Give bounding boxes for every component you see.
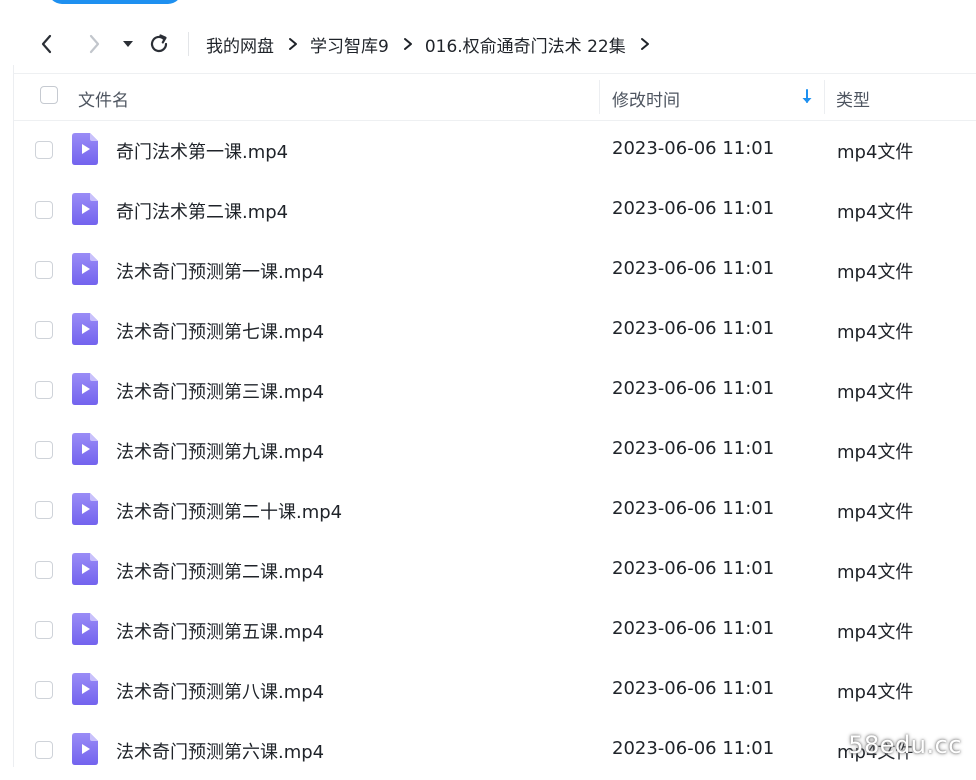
file-name[interactable]: 奇门法术第一课.mp4 — [116, 138, 288, 164]
row-checkbox[interactable] — [35, 741, 53, 759]
file-name[interactable]: 法术奇门预测第二十课.mp4 — [116, 498, 342, 524]
file-type: mp4文件 — [837, 322, 914, 343]
breadcrumb-item-root[interactable]: 我的网盘 — [206, 32, 274, 57]
history-dropdown-button[interactable] — [118, 32, 138, 56]
file-modified-time: 2023-06-06 11:01 — [612, 318, 775, 339]
file-name[interactable]: 法术奇门预测第五课.mp4 — [116, 618, 324, 644]
file-modified-time: 2023-06-06 11:01 — [612, 438, 775, 459]
file-type: mp4文件 — [837, 682, 914, 703]
chevron-left-icon — [41, 34, 52, 54]
file-modified-time: 2023-06-06 11:01 — [612, 378, 775, 399]
file-name[interactable]: 法术奇门预测第一课.mp4 — [116, 258, 324, 284]
video-file-icon — [72, 133, 98, 165]
file-list: 奇门法术第一课.mp4 2023-06-06 11:01 mp4文件 奇门法术第二课.… — [14, 120, 976, 780]
back-button[interactable] — [35, 32, 59, 56]
row-checkbox[interactable] — [35, 621, 53, 639]
video-file-icon — [72, 553, 98, 585]
file-modified-time: 2023-06-06 11:01 — [612, 738, 775, 759]
arrow-down-icon[interactable] — [800, 88, 814, 106]
row-checkbox[interactable] — [35, 381, 53, 399]
table-row[interactable]: 法术奇门预测第六课.mp4 2023-06-06 11:01 mp4文件 — [14, 720, 976, 780]
video-file-icon — [72, 613, 98, 645]
row-checkbox[interactable] — [35, 561, 53, 579]
file-name[interactable]: 法术奇门预测第七课.mp4 — [116, 318, 324, 344]
row-checkbox[interactable] — [35, 501, 53, 519]
file-type: mp4文件 — [837, 262, 914, 283]
chevron-right-icon — [288, 37, 298, 51]
file-list-header: 文件名 修改时间 类型 — [14, 73, 976, 121]
file-modified-time: 2023-06-06 11:01 — [612, 198, 775, 219]
breadcrumb-item-folder[interactable]: 学习智库9 — [310, 32, 389, 57]
video-file-icon — [72, 313, 98, 345]
refresh-icon — [150, 34, 168, 53]
refresh-button[interactable] — [146, 32, 172, 56]
table-row[interactable]: 法术奇门预测第七课.mp4 2023-06-06 11:01 mp4文件 — [14, 300, 976, 360]
select-all-checkbox[interactable] — [40, 86, 58, 104]
column-header-modified[interactable]: 修改时间 — [612, 86, 680, 111]
file-modified-time: 2023-06-06 11:01 — [612, 258, 775, 279]
video-file-icon — [72, 433, 98, 465]
toolbar-divider — [188, 32, 189, 56]
column-divider[interactable] — [599, 80, 600, 114]
row-checkbox[interactable] — [35, 201, 53, 219]
file-name[interactable]: 法术奇门预测第九课.mp4 — [116, 438, 324, 464]
column-divider[interactable] — [824, 80, 825, 114]
file-name[interactable]: 法术奇门预测第八课.mp4 — [116, 678, 324, 704]
row-checkbox[interactable] — [35, 441, 53, 459]
file-modified-time: 2023-06-06 11:01 — [612, 558, 775, 579]
file-type: mp4文件 — [837, 442, 914, 463]
file-name[interactable]: 法术奇门预测第三课.mp4 — [116, 378, 324, 404]
file-modified-time: 2023-06-06 11:01 — [612, 678, 775, 699]
video-file-icon — [72, 493, 98, 525]
file-type: mp4文件 — [837, 142, 914, 163]
table-row[interactable]: 法术奇门预测第八课.mp4 2023-06-06 11:01 mp4文件 — [14, 660, 976, 720]
chevron-right-icon — [89, 34, 100, 54]
table-row[interactable]: 法术奇门预测第九课.mp4 2023-06-06 11:01 mp4文件 — [14, 420, 976, 480]
breadcrumb: 我的网盘 学习智库9 016.权俞通奇门法术 22集 — [206, 30, 662, 58]
watermark: 58edu.cc — [848, 731, 962, 759]
breadcrumb-item-current[interactable]: 016.权俞通奇门法术 22集 — [425, 32, 626, 57]
row-checkbox[interactable] — [35, 141, 53, 159]
row-checkbox[interactable] — [35, 261, 53, 279]
file-modified-time: 2023-06-06 11:01 — [612, 618, 775, 639]
forward-button[interactable] — [82, 32, 106, 56]
chevron-right-icon — [403, 37, 413, 51]
toolbar: 我的网盘 学习智库9 016.权俞通奇门法术 22集 — [0, 20, 976, 66]
table-row[interactable]: 奇门法术第一课.mp4 2023-06-06 11:01 mp4文件 — [14, 120, 976, 180]
top-tab-pill[interactable] — [48, 0, 182, 4]
table-row[interactable]: 法术奇门预测第二十课.mp4 2023-06-06 11:01 mp4文件 — [14, 480, 976, 540]
video-file-icon — [72, 373, 98, 405]
file-name[interactable]: 法术奇门预测第六课.mp4 — [116, 738, 324, 764]
video-file-icon — [72, 253, 98, 285]
file-name[interactable]: 奇门法术第二课.mp4 — [116, 198, 288, 224]
file-modified-time: 2023-06-06 11:01 — [612, 138, 775, 159]
file-type: mp4文件 — [837, 622, 914, 643]
table-row[interactable]: 法术奇门预测第一课.mp4 2023-06-06 11:01 mp4文件 — [14, 240, 976, 300]
file-type: mp4文件 — [837, 202, 914, 223]
table-row[interactable]: 法术奇门预测第二课.mp4 2023-06-06 11:01 mp4文件 — [14, 540, 976, 600]
column-header-name[interactable]: 文件名 — [78, 86, 129, 111]
file-type: mp4文件 — [837, 562, 914, 583]
video-file-icon — [72, 673, 98, 705]
file-name[interactable]: 法术奇门预测第二课.mp4 — [116, 558, 324, 584]
file-type: mp4文件 — [837, 502, 914, 523]
chevron-right-icon[interactable] — [640, 37, 650, 51]
video-file-icon — [72, 193, 98, 225]
table-row[interactable]: 法术奇门预测第五课.mp4 2023-06-06 11:01 mp4文件 — [14, 600, 976, 660]
table-row[interactable]: 法术奇门预测第三课.mp4 2023-06-06 11:01 mp4文件 — [14, 360, 976, 420]
video-file-icon — [72, 733, 98, 765]
row-checkbox[interactable] — [35, 321, 53, 339]
column-header-type[interactable]: 类型 — [836, 86, 870, 111]
table-row[interactable]: 奇门法术第二课.mp4 2023-06-06 11:01 mp4文件 — [14, 180, 976, 240]
file-modified-time: 2023-06-06 11:01 — [612, 498, 775, 519]
caret-down-icon — [123, 41, 133, 47]
row-checkbox[interactable] — [35, 681, 53, 699]
file-type: mp4文件 — [837, 382, 914, 403]
